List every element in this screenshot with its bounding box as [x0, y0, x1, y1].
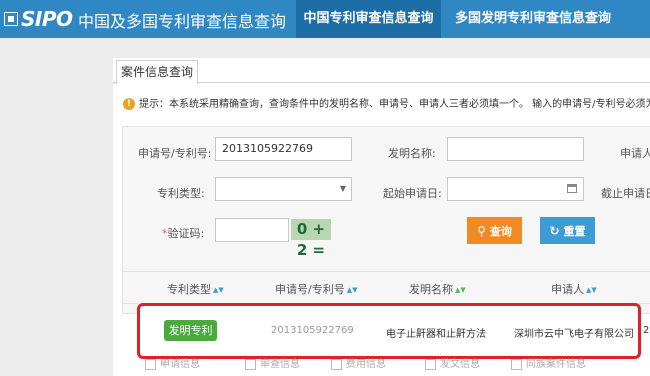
captcha-input[interactable] — [215, 218, 289, 242]
document-icon — [425, 358, 436, 370]
sipo-logo: SIPO — [4, 7, 73, 31]
info-icon: ! — [123, 98, 135, 110]
tip-message: ! 提示：本系统采用精确查询，查询条件中的发明名称、申请号、申请人三者必须填一个。… — [123, 97, 650, 113]
nav-china-patent[interactable]: 中国专利审查信息查询 — [296, 0, 441, 38]
reset-button-label: 重置 — [563, 224, 586, 238]
start-date-label: 起始申请日: — [383, 187, 442, 200]
search-button[interactable]: ⚲ 查询 — [467, 217, 522, 244]
chevron-down-icon: ▼ — [339, 184, 346, 193]
tab-case-info[interactable]: 案件信息查询 — [116, 60, 198, 84]
invention-name-label: 发明名称: — [388, 147, 436, 160]
header-patent-type[interactable]: 专利类型 ▲▼ — [167, 281, 224, 297]
search-button-label: 查询 — [489, 224, 512, 238]
document-icon — [145, 358, 156, 370]
captcha-image: 0 + 2 = — [291, 219, 331, 259]
header-app-no[interactable]: 申请号/专利号 ▲▼ — [275, 281, 358, 297]
header-invention-name[interactable]: 发明名称 ▲▼ — [409, 281, 466, 297]
start-date-input[interactable] — [447, 177, 584, 201]
row-app-no[interactable]: 2013105922769 — [271, 325, 354, 336]
document-icon — [245, 358, 256, 370]
calendar-icon — [567, 184, 577, 193]
site-title: 中国及多国专利审查信息查询 — [78, 12, 287, 31]
captcha-label: *验证码: — [162, 225, 204, 241]
tip-text: 提示：本系统采用精确查询，查询条件中的发明名称、申请号、申请人三者必须填一个。 … — [139, 99, 650, 110]
footer-tab-dispatch[interactable]: 发文信息 — [425, 355, 480, 370]
row-invention-name[interactable]: 电子止鼾器和止鼾方法 — [386, 325, 486, 340]
row-applicant[interactable]: 深圳市云中飞电子有限公司 — [514, 325, 634, 340]
captcha-label-text: 验证码: — [167, 227, 205, 240]
invention-name-input[interactable] — [447, 137, 584, 161]
document-icon — [331, 358, 342, 370]
end-date-label: 截止申请日: — [601, 187, 650, 200]
patent-type-label: 专利类型: — [157, 187, 205, 200]
reset-button[interactable]: ↻ 重置 — [540, 217, 595, 244]
search-icon: ⚲ — [477, 223, 486, 238]
header-applicant[interactable]: 申请人 ▲▼ — [551, 281, 597, 297]
sort-icon: ▲▼ — [455, 286, 466, 294]
refresh-icon: ↻ — [549, 223, 560, 238]
patent-type-badge[interactable]: 发明专利 — [164, 320, 217, 341]
tab-bar: 案件信息查询 — [113, 58, 650, 84]
sort-icon: ▲▼ — [213, 286, 224, 294]
footer-tab-fee[interactable]: 费用信息 — [331, 355, 386, 370]
patent-type-select[interactable]: ▼ — [215, 177, 352, 201]
logo-mark-icon — [4, 12, 18, 26]
nav-multi-country[interactable]: 多国发明专利审查信息查询 — [443, 0, 623, 38]
footer-tab-examination[interactable]: 审查信息 — [245, 355, 300, 370]
logo-text: SIPO — [21, 7, 73, 31]
app-no-label: 申请号/专利号: — [138, 147, 212, 160]
applicant-label: 申请人: — [620, 147, 650, 160]
sort-icon: ▲▼ — [346, 286, 358, 294]
app-no-input[interactable]: 2013105922769 — [215, 137, 352, 161]
footer-tab-application[interactable]: 申请信息 — [145, 355, 200, 370]
row-extra: 2 — [643, 325, 650, 336]
footer-tab-family[interactable]: 同族案件信息 — [511, 355, 586, 370]
document-icon — [511, 358, 522, 370]
sort-icon: ▲▼ — [586, 286, 597, 294]
